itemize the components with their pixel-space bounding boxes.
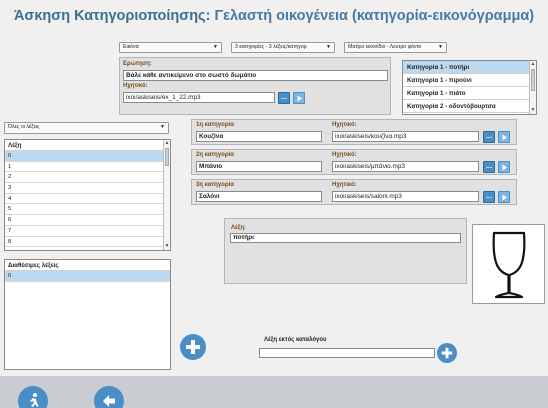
play-button[interactable] <box>498 131 510 143</box>
background-select[interactable]: Ματίρο εικονίδιο - Λευτρο φόντο ▼ <box>344 42 447 53</box>
available-words-list[interactable]: Διαθέσιμες λέξεις 0 <box>4 259 171 370</box>
list-item[interactable]: Κατηγορία 2 - οδοντόβουρτσα <box>403 100 536 113</box>
category-audio-field[interactable]: ixoi/askiseis/κουζίνα.mp3 <box>332 131 479 142</box>
scrollbar-thumb[interactable] <box>531 69 535 91</box>
question-audio-field[interactable]: ixoi/askiseis/ex_1_22.mp3 <box>123 92 275 103</box>
scrollbar-thumb[interactable] <box>165 148 169 166</box>
scroll-up-icon[interactable]: ▲ <box>164 140 170 147</box>
category-panel-3: 3η κατηγορία Σαλόνι Ηχητικό: ixoi/askise… <box>191 179 517 205</box>
type-select[interactable]: Εικόνα ▼ <box>119 42 222 53</box>
category-audio-label: Ηχητικό: <box>332 182 357 188</box>
play-icon <box>502 164 507 170</box>
table-row[interactable]: 5 <box>5 204 170 216</box>
category-words-list[interactable]: Κατηγορία 1 - ποτήρι Κατηγορία 1 - πιρού… <box>402 60 537 115</box>
question-label: Ερώτηση: <box>123 61 152 67</box>
words-list-header: Λέξη <box>5 140 170 151</box>
ellipsis-icon: ... <box>281 94 287 101</box>
scrollbar[interactable]: ▲ ▼ <box>163 140 170 250</box>
play-icon <box>502 194 507 200</box>
chevron-down-icon: ▼ <box>326 44 331 50</box>
play-icon <box>297 95 302 101</box>
word-detail-panel: Λέξη: ποτήρι <box>224 218 467 284</box>
background-select-value: Ματίρο εικονίδιο - Λευτρο φόντο <box>348 44 422 50</box>
table-row[interactable]: 8 <box>5 237 170 248</box>
categories-select-value: 3 κατηγορίες - 3 λέξεις/κατηγορ <box>235 44 307 50</box>
word-image[interactable] <box>472 224 545 304</box>
list-item[interactable]: Κατηγορία 1 - πιάτο <box>403 87 536 100</box>
running-man-icon <box>30 393 39 407</box>
list-item[interactable]: Κατηγορία 1 - πιρούνι <box>403 74 536 87</box>
table-row[interactable]: 0 <box>5 271 170 282</box>
ellipsis-icon: ... <box>486 163 492 170</box>
category-label: 1η κατηγορία <box>196 122 234 128</box>
browse-button[interactable]: ... <box>278 92 290 104</box>
play-button[interactable] <box>498 161 510 173</box>
table-row[interactable]: 2 <box>5 172 170 184</box>
title-prefix: Άσκηση Κατηγοριοποίησης: <box>13 8 211 24</box>
category-name-field[interactable]: Κουζίνα <box>196 131 322 142</box>
category-label: 2η κατηγορία <box>196 152 234 158</box>
scroll-up-icon[interactable]: ▲ <box>530 61 536 68</box>
table-row[interactable]: 3 <box>5 183 170 194</box>
category-name-field[interactable]: Σαλόνι <box>196 191 322 202</box>
category-audio-label: Ηχητικό: <box>332 122 357 128</box>
table-row[interactable]: 1 <box>5 162 170 173</box>
table-row[interactable]: 0 <box>5 151 170 162</box>
title-name: Γελαστή οικογένεια (κατηγορία-εικονόγραμ… <box>214 8 535 24</box>
play-button[interactable] <box>293 92 305 104</box>
outside-catalog-field[interactable] <box>259 348 435 358</box>
add-category-button[interactable] <box>180 334 206 360</box>
question-panel: Ερώτηση: Βάλε κάθε αντικείμενο στο σωστό… <box>119 57 391 115</box>
play-button[interactable] <box>498 191 510 203</box>
chevron-down-icon: ▼ <box>160 124 165 130</box>
list-item[interactable]: Κατηγορία 1 - ποτήρι <box>403 61 536 74</box>
outside-catalog-label: Λέξη εκτός καταλόγου <box>264 337 327 343</box>
browse-button[interactable]: ... <box>483 131 495 143</box>
category-audio-field[interactable]: ixoi/askiseis/saloni.mp3 <box>332 191 479 202</box>
category-panel-2: 2η κατηγορία Μπάνιο Ηχητικό: ixoi/askise… <box>191 149 517 175</box>
categories-select[interactable]: 3 κατηγορίες - 3 λέξεις/κατηγορ ▼ <box>231 42 335 53</box>
category-panel-1: 1η κατηγορία Κουζίνα Ηχητικό: ixoi/askis… <box>191 119 517 145</box>
question-audio-label: Ηχητικό: <box>123 83 148 89</box>
table-row[interactable]: 7 <box>5 226 170 237</box>
browse-button[interactable]: ... <box>483 161 495 173</box>
question-field[interactable]: Βάλε κάθε αντικείμενο στο σωστό δωμάτιο <box>123 70 388 81</box>
category-audio-field[interactable]: ixoi/askiseis/μπάνιο.mp3 <box>332 161 479 172</box>
back-arrow-icon <box>103 395 115 407</box>
type-select-value: Εικόνα <box>123 44 139 50</box>
plus-icon <box>186 340 200 354</box>
word-detail-label: Λέξη: <box>231 225 247 231</box>
category-label: 3η κατηγορία <box>196 182 234 188</box>
add-word-button[interactable] <box>437 343 457 363</box>
word-filter-select[interactable]: Όλες οι λέξεις ▼ <box>4 122 169 134</box>
back-button[interactable] <box>94 386 124 408</box>
scroll-down-icon[interactable]: ▼ <box>530 107 536 114</box>
category-name-field[interactable]: Μπάνιο <box>196 161 322 172</box>
play-icon <box>502 134 507 140</box>
table-row[interactable]: 6 <box>5 215 170 226</box>
word-filter-value: Όλες οι λέξεις <box>8 124 40 130</box>
wine-glass-icon <box>492 231 526 299</box>
outside-catalog-panel: Λέξη εκτός καταλόγου <box>254 334 457 370</box>
scroll-down-icon[interactable]: ▼ <box>164 243 170 250</box>
exit-button[interactable] <box>18 386 48 408</box>
plus-icon <box>441 347 453 359</box>
chevron-down-icon: ▼ <box>213 44 218 50</box>
category-audio-label: Ηχητικό: <box>332 152 357 158</box>
words-list[interactable]: Λέξη 0 1 2 3 4 5 6 7 8 ▲ ▼ <box>4 139 171 251</box>
chevron-down-icon: ▼ <box>438 44 443 50</box>
table-row[interactable]: 4 <box>5 194 170 205</box>
ellipsis-icon: ... <box>486 133 492 140</box>
word-detail-field[interactable]: ποτήρι <box>230 233 461 243</box>
browse-button[interactable]: ... <box>483 191 495 203</box>
footer-bar <box>0 376 548 408</box>
ellipsis-icon: ... <box>486 193 492 200</box>
page-title: Άσκηση Κατηγοριοποίησης: Γελαστή οικογέν… <box>0 8 548 24</box>
available-words-header: Διαθέσιμες λέξεις <box>5 260 170 271</box>
scrollbar[interactable]: ▲ ▼ <box>529 61 536 114</box>
